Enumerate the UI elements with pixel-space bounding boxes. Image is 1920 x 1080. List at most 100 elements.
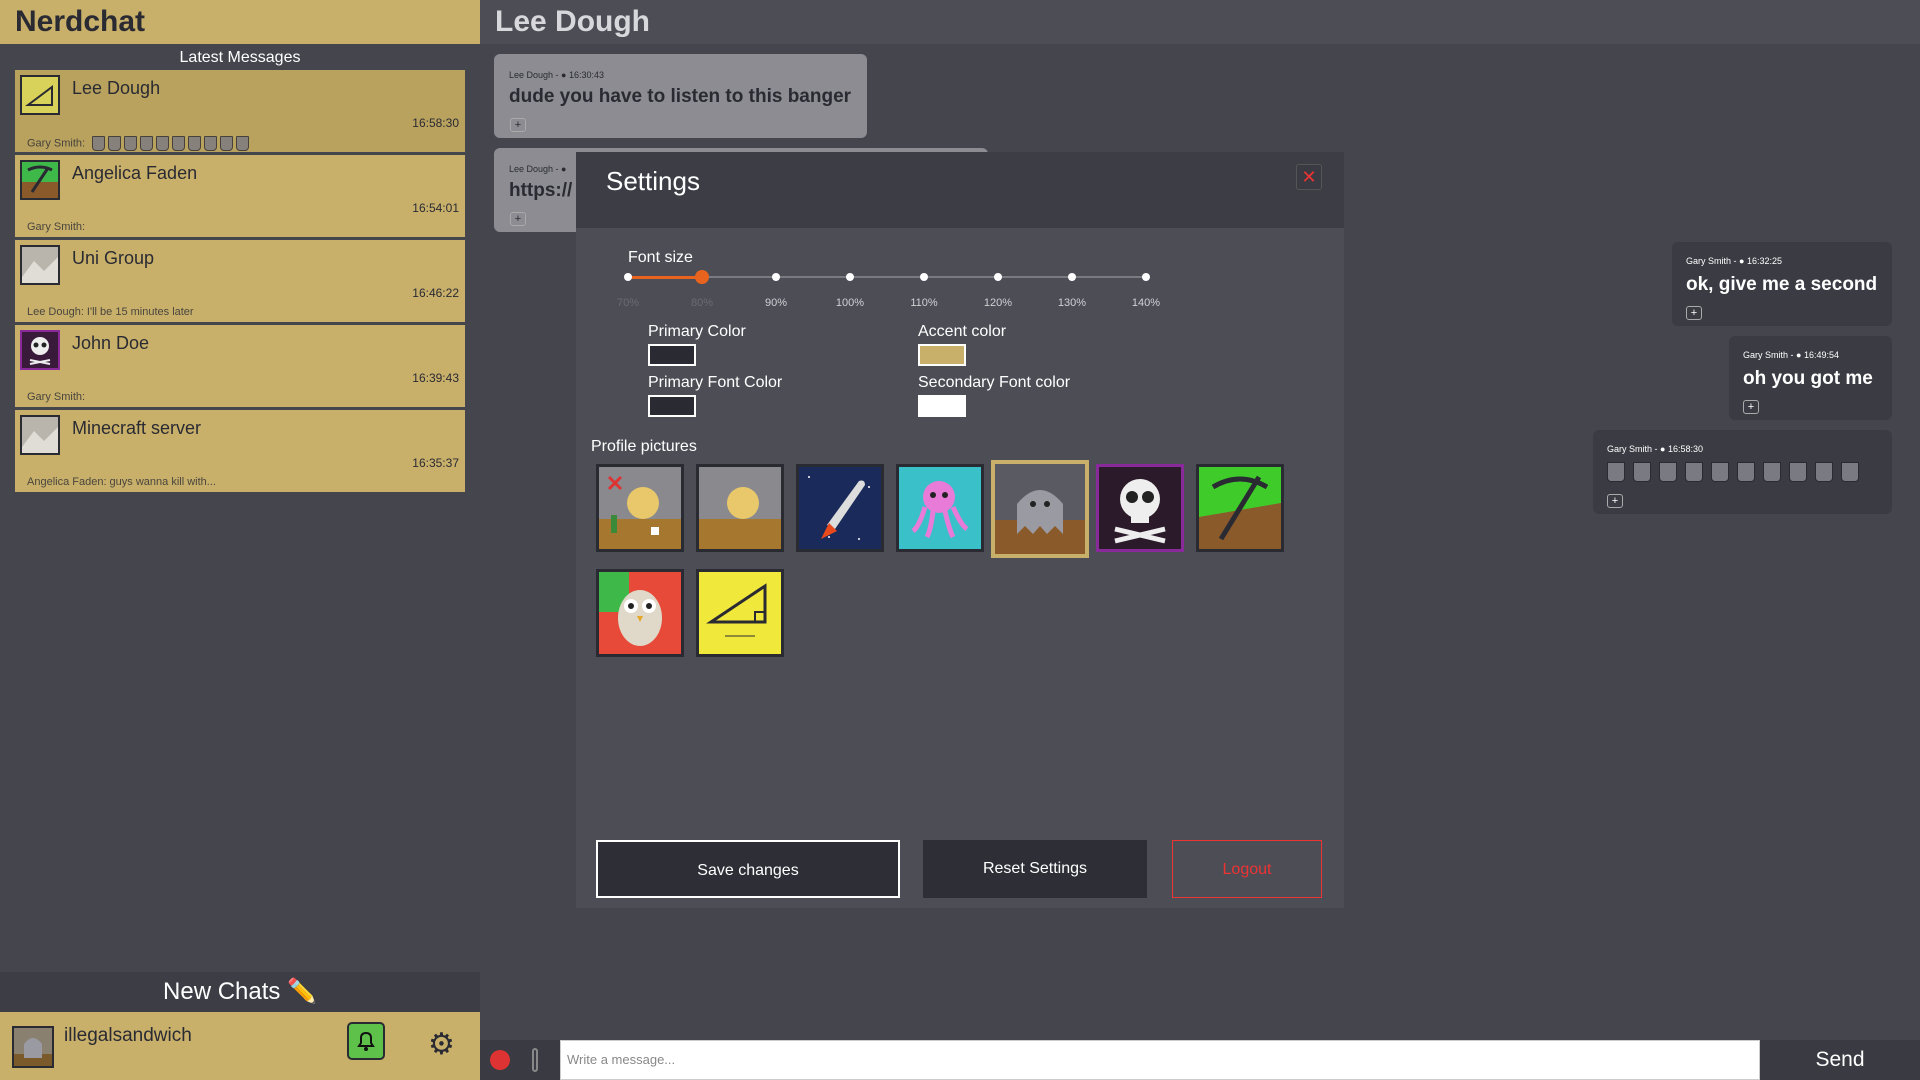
message-bubble-own: Gary Smith - ● 16:58:30 + — [1593, 430, 1892, 514]
message-meta: Gary Smith - ● 16:58:30 — [1607, 444, 1703, 454]
slider-stop[interactable] — [846, 273, 854, 281]
trash-icon — [172, 136, 186, 151]
message-bubble: Lee Dough - ● 16:30:43 dude you have to … — [494, 54, 867, 138]
primary-color-swatch[interactable] — [648, 344, 696, 366]
add-reaction-button[interactable]: + — [510, 212, 526, 226]
chat-item-uni-group[interactable]: Uni Group 16:46:22 Lee Dough: I'll be 15… — [15, 240, 465, 322]
chat-preview: Angelica Faden: guys wanna kill with... — [27, 476, 216, 488]
add-reaction-button[interactable]: + — [510, 118, 526, 132]
font-size-tick: 110% — [910, 297, 938, 309]
trash-icon — [236, 136, 250, 151]
close-icon[interactable]: ✕ — [1296, 164, 1322, 190]
secondary-font-color-swatch[interactable] — [918, 395, 966, 417]
message-composer: Write a message... Send — [480, 1040, 1920, 1080]
message-text: dude you have to listen to this banger — [509, 86, 852, 107]
triangle-math-icon — [20, 75, 60, 115]
chat-item-john-doe[interactable]: John Doe 16:39:43 Gary Smith: — [15, 325, 465, 407]
skull-icon — [20, 330, 60, 370]
logout-button[interactable]: Logout — [1172, 840, 1322, 898]
chat-name: John Doe — [72, 333, 150, 353]
chat-preview: Gary Smith: — [27, 136, 250, 151]
app-brand: Nerdchat — [0, 0, 480, 44]
save-changes-button[interactable]: Save changes — [596, 840, 900, 898]
sidebar: Nerdchat Latest Messages Lee Dough 16:58… — [0, 0, 480, 1080]
pickaxe-icon — [20, 160, 60, 200]
chat-preview: Gary Smith: — [27, 221, 86, 233]
slider-stop[interactable] — [772, 273, 780, 281]
chat-time: 16:39:43 — [412, 371, 459, 385]
moon-landscape-icon[interactable] — [696, 464, 784, 552]
ghost-icon[interactable] — [12, 1026, 54, 1068]
chat-name: Minecraft server — [72, 418, 202, 438]
default-landscape-icon — [20, 245, 60, 285]
trash-icon — [1633, 462, 1651, 482]
message-text: ok, give me a second — [1686, 274, 1878, 295]
trash-icon — [1789, 462, 1807, 482]
chat-item-minecraft-server[interactable]: Minecraft server 16:35:37 Angelica Faden… — [15, 410, 465, 492]
trash-icon — [1685, 462, 1703, 482]
trash-icon — [124, 136, 138, 151]
accent-color-swatch[interactable] — [918, 344, 966, 366]
add-reaction-button[interactable]: + — [1686, 306, 1702, 320]
message-bubble-own: Gary Smith - ● 16:32:25 ok, give me a se… — [1672, 242, 1892, 326]
ghost-icon[interactable] — [991, 460, 1089, 558]
chat-time: 16:35:37 — [412, 456, 459, 470]
trash-icons — [1607, 462, 1859, 482]
message-bubble-own: Gary Smith - ● 16:49:54 oh you got me + — [1729, 336, 1892, 420]
trash-icon — [220, 136, 234, 151]
settings-modal: Settings ✕ Font size 70% 80% 90% 100% 11… — [576, 152, 1344, 908]
secondary-font-color-label: Secondary Font color — [918, 374, 1071, 391]
font-size-tick: 100% — [835, 297, 865, 309]
message-input[interactable]: Write a message... — [560, 1040, 1760, 1080]
chat-time: 16:58:30 — [412, 116, 459, 130]
owl-icon[interactable] — [596, 569, 684, 657]
pickaxe-icon[interactable] — [1196, 464, 1284, 552]
send-button[interactable]: Send — [1778, 1040, 1902, 1080]
slider-stop[interactable] — [1142, 273, 1150, 281]
message-meta: Lee Dough - ● — [509, 164, 567, 174]
slider-stop[interactable] — [624, 273, 632, 281]
slider-stop[interactable] — [994, 273, 1002, 281]
chat-name: Angelica Faden — [72, 163, 198, 183]
gear-icon[interactable]: ⚙ — [428, 1030, 455, 1060]
message-meta: Gary Smith - ● 16:49:54 — [1743, 350, 1839, 360]
primary-color-label: Primary Color — [648, 323, 746, 340]
latest-messages-label: Latest Messages — [179, 49, 301, 66]
message-link[interactable]: https:// — [509, 180, 572, 202]
accent-color-label: Accent color — [918, 323, 1007, 340]
trash-icon — [188, 136, 202, 151]
triangle-math-icon[interactable] — [696, 569, 784, 657]
new-chats-button[interactable]: New Chats ✏️ — [0, 972, 480, 1012]
rocket-icon[interactable] — [796, 464, 884, 552]
font-size-label: Font size — [628, 249, 693, 266]
settings-title: Settings — [606, 166, 700, 196]
chat-item-angelica-faden[interactable]: Angelica Faden 16:54:01 Gary Smith: — [15, 155, 465, 237]
chat-time: 16:46:22 — [412, 286, 459, 300]
font-size-tick: 70% — [616, 297, 640, 309]
font-size-slider[interactable]: 70% 80% 90% 100% 110% 120% 130% 140% — [617, 270, 1160, 311]
slider-stop[interactable] — [920, 273, 928, 281]
skull-icon[interactable] — [1096, 464, 1184, 552]
user-bar: illegalsandwich ⚙ — [0, 1012, 480, 1080]
slider-knob[interactable] — [695, 270, 709, 284]
octopus-icon[interactable] — [896, 464, 984, 552]
chat-time: 16:54:01 — [412, 201, 459, 215]
add-reaction-button[interactable]: + — [1743, 400, 1759, 414]
slider-stop[interactable] — [1068, 273, 1076, 281]
emoji-icon[interactable] — [490, 1050, 510, 1070]
primary-font-color-swatch[interactable] — [648, 395, 696, 417]
trash-icon — [1763, 462, 1781, 482]
profile-pictures-label: Profile pictures — [591, 438, 697, 455]
trash-icon — [1815, 462, 1833, 482]
add-reaction-button[interactable]: + — [1607, 494, 1623, 508]
font-size-tick: 140% — [1131, 297, 1161, 309]
attachment-icon[interactable] — [532, 1048, 538, 1072]
message-text: oh you got me — [1743, 368, 1873, 389]
bell-icon[interactable] — [347, 1022, 385, 1060]
reset-settings-button[interactable]: Reset Settings — [923, 840, 1147, 898]
moon-cactus-icon[interactable] — [596, 464, 684, 552]
primary-font-color-label: Primary Font Color — [648, 374, 783, 391]
trash-icon — [92, 136, 106, 151]
trash-icon — [204, 136, 218, 151]
chat-item-lee-dough[interactable]: Lee Dough 16:58:30 Gary Smith: — [15, 70, 465, 152]
